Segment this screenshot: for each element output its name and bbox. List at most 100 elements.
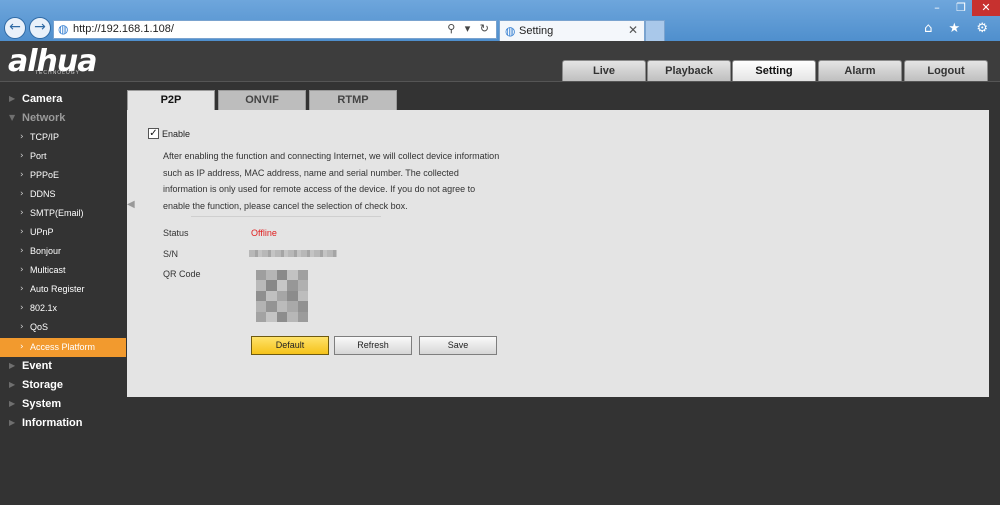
brand-subtitle: TECHNOLOGY: [35, 70, 81, 76]
header-divider: [0, 81, 1000, 82]
refresh-button[interactable]: Refresh: [334, 336, 412, 355]
tab-onvif[interactable]: ONVIF: [218, 90, 306, 110]
sidebar-item-port[interactable]: › Port: [0, 147, 126, 166]
chevron-right-icon: ›: [20, 246, 24, 256]
chevron-right-icon: ›: [20, 208, 24, 218]
qr-code-label: QR Code: [163, 269, 201, 279]
sidebar-item-label: Port: [30, 151, 47, 161]
checkmark-icon: ✓: [149, 128, 158, 139]
sidebar-item-bonjour[interactable]: › Bonjour: [0, 242, 126, 261]
tab-rtmp[interactable]: RTMP: [309, 90, 397, 110]
sidebar-item-ddns[interactable]: › DDNS: [0, 185, 126, 204]
sidebar-item-label: SMTP(Email): [30, 208, 84, 218]
nav-tab-playback[interactable]: Playback: [647, 60, 731, 82]
sidebar-item-qos[interactable]: › QoS: [0, 318, 126, 337]
default-button[interactable]: Default: [251, 336, 329, 355]
sidebar-item-label: DDNS: [30, 189, 56, 199]
sidebar-item-label: TCP/IP: [30, 132, 60, 142]
sidebar-item-label: PPPoE: [30, 170, 60, 180]
sidebar-section-storage[interactable]: ▶ Storage: [0, 376, 126, 395]
sidebar-item-label: Storage: [22, 379, 63, 391]
new-tab-button[interactable]: [645, 20, 665, 41]
forward-button[interactable]: →: [29, 17, 51, 39]
collapsed-arrow-icon: ▶: [9, 380, 16, 389]
browser-chrome: ← → ◍ http://192.168.1.108/ ⚲ ▾ ↻ ◍ Sett…: [0, 0, 1000, 41]
collapsed-arrow-icon: ▶: [9, 94, 16, 103]
serial-number-blurred: [249, 250, 337, 257]
back-arrow-icon: ←: [9, 19, 21, 35]
p2p-settings-panel: ✓ Enable After enabling the function and…: [127, 110, 989, 397]
sidebar-item-8021x[interactable]: › 802.1x: [0, 299, 126, 318]
notice-line: such as IP address, MAC address, name an…: [163, 167, 459, 178]
chevron-right-icon: ›: [20, 151, 24, 161]
sidebar-item-label: System: [22, 398, 62, 410]
nav-tab-alarm[interactable]: Alarm: [818, 60, 902, 82]
sidebar-item-label: Network: [22, 112, 66, 124]
sidebar-item-label: QoS: [30, 322, 49, 332]
sidebar-item-multicast[interactable]: › Multicast: [0, 261, 126, 280]
app-header: alhua TECHNOLOGY Live Playback Setting A…: [0, 41, 1000, 82]
chevron-right-icon: ›: [20, 342, 24, 352]
qr-code-image: [256, 270, 308, 322]
privacy-notice: After enabling the function and connecti…: [163, 148, 503, 214]
browser-tab-setting[interactable]: ◍ Setting ✕: [499, 20, 645, 41]
forward-arrow-icon: →: [34, 19, 46, 35]
collapsed-arrow-icon: ▶: [9, 418, 16, 427]
chevron-right-icon: ›: [20, 132, 24, 142]
sidebar-item-label: Access Platform: [30, 342, 96, 352]
sidebar-item-label: Auto Register: [30, 284, 85, 294]
status-label: Status: [163, 228, 189, 238]
address-url[interactable]: http://192.168.1.108/: [73, 23, 174, 35]
notice-line: information is only used for remote acce…: [163, 184, 476, 194]
save-button[interactable]: Save: [419, 336, 497, 355]
tab-p2p[interactable]: P2P: [127, 90, 215, 110]
sidebar-item-upnp[interactable]: › UPnP: [0, 223, 126, 242]
chevron-right-icon: ›: [20, 322, 24, 332]
chevron-right-icon: ›: [20, 189, 24, 199]
sidebar-section-event[interactable]: ▶ Event: [0, 357, 126, 376]
sidebar-item-tcpip[interactable]: › TCP/IP: [0, 128, 126, 147]
divider: [191, 216, 381, 217]
chevron-right-icon: ›: [20, 227, 24, 237]
collapsed-arrow-icon: ▶: [9, 399, 16, 408]
sidebar-section-camera[interactable]: ▶ Camera: [0, 90, 126, 109]
sidebar-item-label: Multicast: [30, 265, 66, 275]
enable-label: Enable: [162, 129, 191, 139]
maximize-button[interactable]: ❐: [950, 0, 972, 16]
sidebar-collapse-icon[interactable]: ◀: [127, 199, 135, 217]
sidebar-item-label: 802.1x: [30, 303, 58, 313]
page-globe-icon: ◍: [58, 22, 69, 36]
enable-checkbox[interactable]: ✓: [148, 128, 159, 139]
minimize-button[interactable]: –: [926, 0, 948, 16]
close-window-button[interactable]: ✕: [972, 0, 1000, 16]
notice-line: After enabling the function and connecti…: [163, 151, 500, 161]
home-favorites-settings-icons[interactable]: ⌂ ★ ⚙: [924, 21, 994, 36]
chevron-right-icon: ›: [20, 303, 24, 313]
sidebar-section-system[interactable]: ▶ System: [0, 395, 126, 414]
sidebar-item-label: Information: [22, 417, 83, 429]
sidebar-item-label: UPnP: [30, 227, 54, 237]
sidebar-item-auto-register[interactable]: › Auto Register: [0, 280, 126, 299]
sn-label: S/N: [163, 249, 179, 259]
tab-title: Setting: [519, 25, 554, 37]
nav-tab-setting[interactable]: Setting: [732, 60, 816, 82]
sidebar-item-access-platform[interactable]: › Access Platform: [0, 338, 126, 357]
collapsed-arrow-icon: ▶: [9, 361, 16, 370]
sidebar-section-information[interactable]: ▶ Information: [0, 414, 126, 433]
nav-tab-logout[interactable]: Logout: [904, 60, 988, 82]
nav-tab-live[interactable]: Live: [562, 60, 646, 82]
address-actions[interactable]: ⚲ ▾ ↻: [447, 22, 492, 35]
sidebar-item-label: Bonjour: [30, 246, 62, 256]
tab-globe-icon: ◍: [505, 24, 516, 38]
chevron-right-icon: ›: [20, 284, 24, 294]
sidebar-item-label: Camera: [22, 93, 63, 105]
sidebar-item-smtp[interactable]: › SMTP(Email): [0, 204, 126, 223]
back-button[interactable]: ←: [4, 17, 26, 39]
address-bar[interactable]: ◍ http://192.168.1.108/ ⚲ ▾ ↻: [53, 20, 497, 39]
sidebar-section-network[interactable]: ▼ Network: [0, 109, 126, 128]
chevron-right-icon: ›: [20, 170, 24, 180]
tab-close-icon[interactable]: ✕: [628, 23, 638, 37]
sidebar-item-pppoe[interactable]: › PPPoE: [0, 166, 126, 185]
chevron-right-icon: ›: [20, 265, 24, 275]
expanded-arrow-icon: ▼: [9, 113, 16, 122]
